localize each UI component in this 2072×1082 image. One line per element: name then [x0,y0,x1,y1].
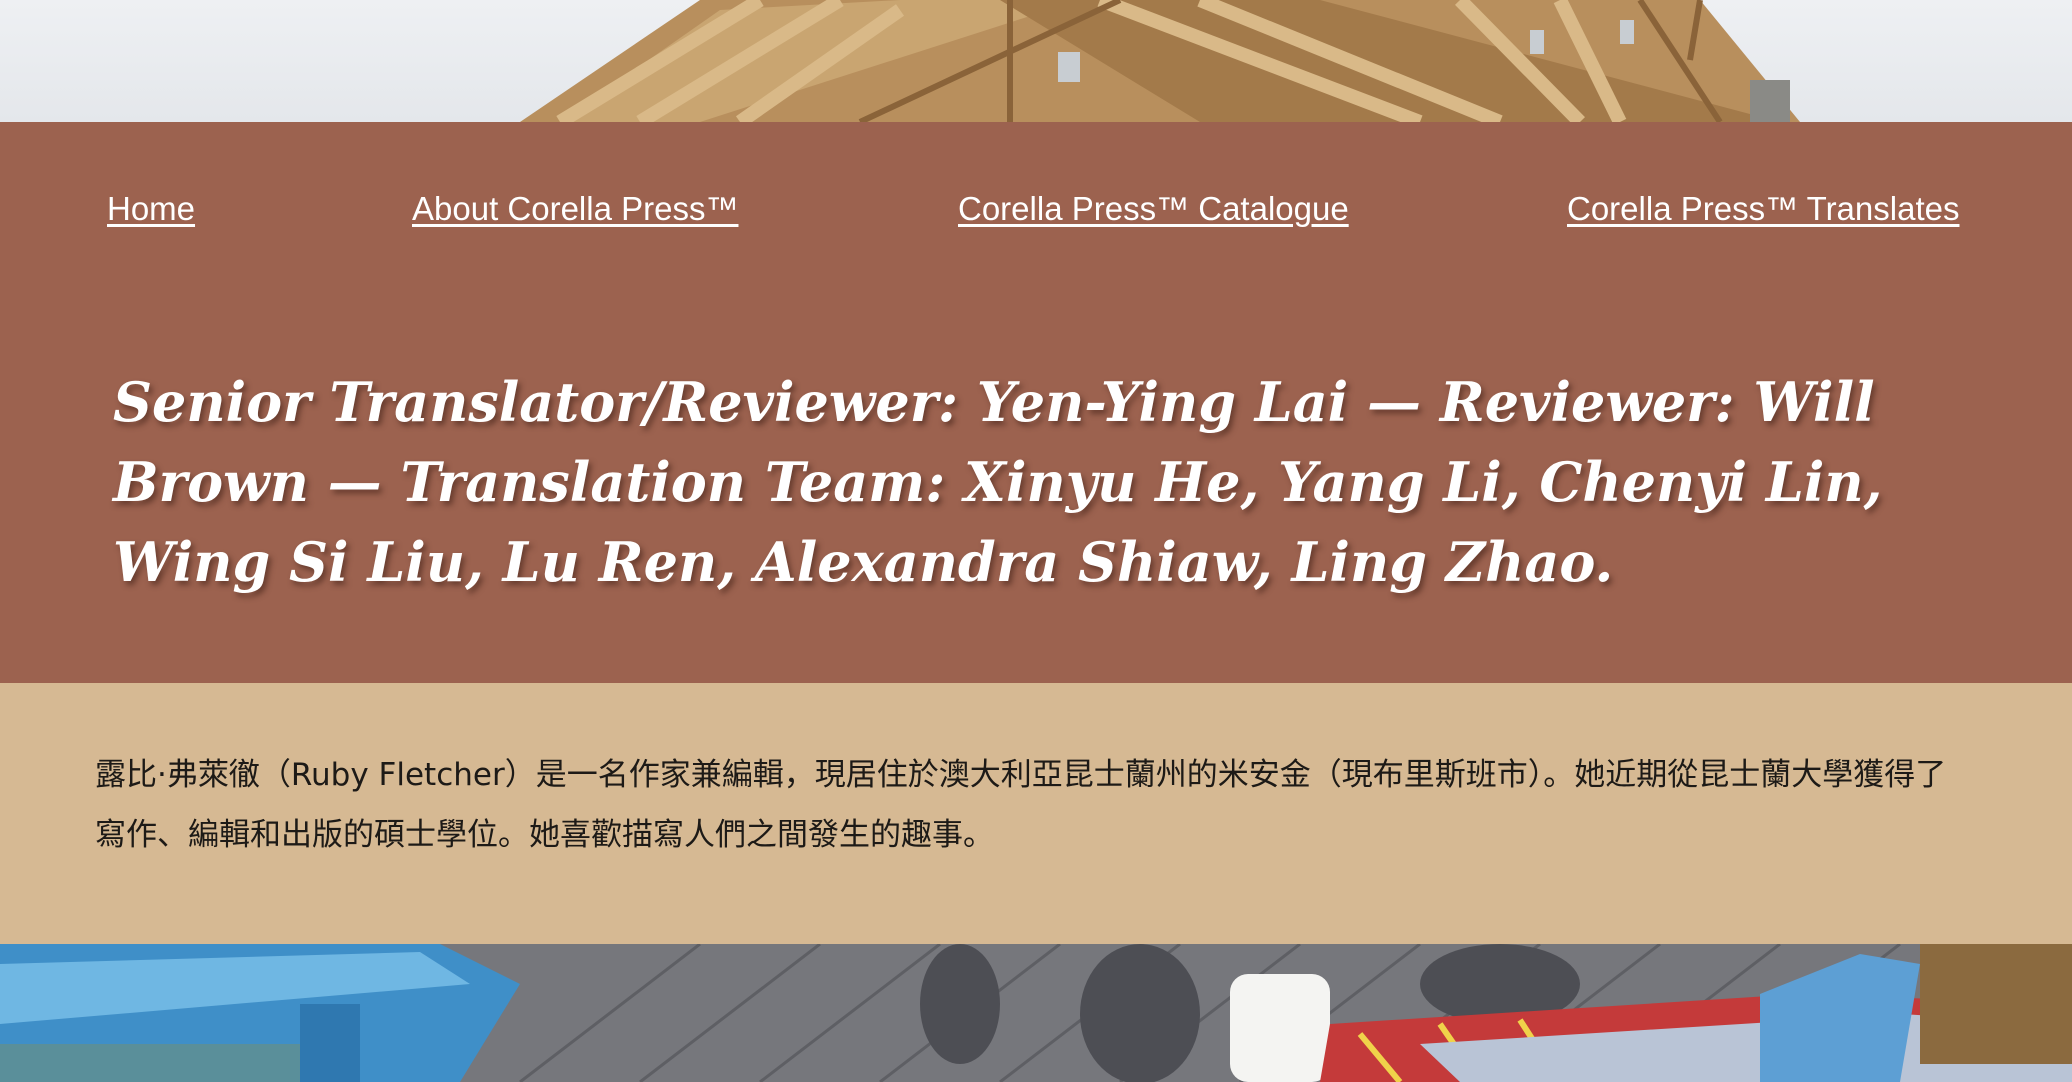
deck-chairs-illustration [0,944,2072,1082]
nav-link-home[interactable]: Home [107,190,195,228]
roof-truss-photo [0,0,2072,122]
author-bio-text: 露比·弗萊徹（Ruby Fletcher）是一名作家兼編輯，現居住於澳大利亞昆士… [95,757,1947,853]
nav-link-translates[interactable]: Corella Press™ Translates [1567,190,1959,228]
nav-link-catalogue[interactable]: Corella Press™ Catalogue [958,190,1349,228]
deck-chairs-photo [0,944,2072,1082]
roof-truss-illustration [520,0,1800,122]
nav-link-about[interactable]: About Corella Press™ [412,190,738,228]
main-navigation: Home About Corella Press™ Corella Press™… [0,190,2072,240]
page: Home About Corella Press™ Corella Press™… [0,0,2072,1082]
translation-credits-heading: Senior Translator/Reviewer: Yen-Ying Lai… [113,370,1883,594]
